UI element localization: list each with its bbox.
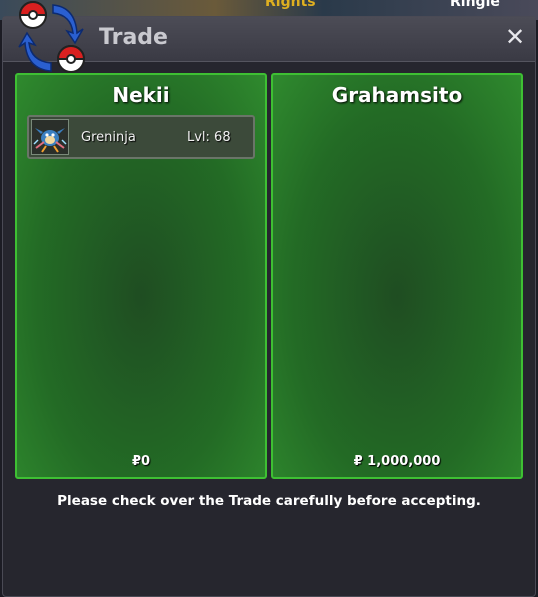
offered-money: ₽ 1,000,000 <box>353 454 441 469</box>
pokemon-name: Greninja <box>81 130 136 145</box>
player-name: Nekii <box>112 83 170 107</box>
close-button[interactable]: ✕ <box>503 25 527 49</box>
pokemon-level: Lvl: 68 <box>187 130 231 145</box>
offered-money: ₽0 <box>131 454 151 469</box>
background-text: Ringle <box>450 0 500 10</box>
trade-panel-self: Nekii Greninja Lvl: 68 ₽0 <box>15 73 267 479</box>
trade-notice: Please check over the Trade carefully be… <box>57 493 481 509</box>
trade-window: Trade ✕ Nekii Greninja Lvl: 68 ₽0 Graham… <box>2 1 536 597</box>
window-title: Trade <box>99 25 168 50</box>
background-text: Rights <box>265 0 316 10</box>
player-name: Grahamsito <box>331 83 463 107</box>
trade-swap-icon <box>18 1 86 73</box>
greninja-sprite-icon <box>31 119 69 155</box>
trade-panel-partner: Grahamsito ₽ 1,000,000 <box>271 73 523 479</box>
trade-item-slot[interactable]: Greninja Lvl: 68 <box>27 115 255 159</box>
